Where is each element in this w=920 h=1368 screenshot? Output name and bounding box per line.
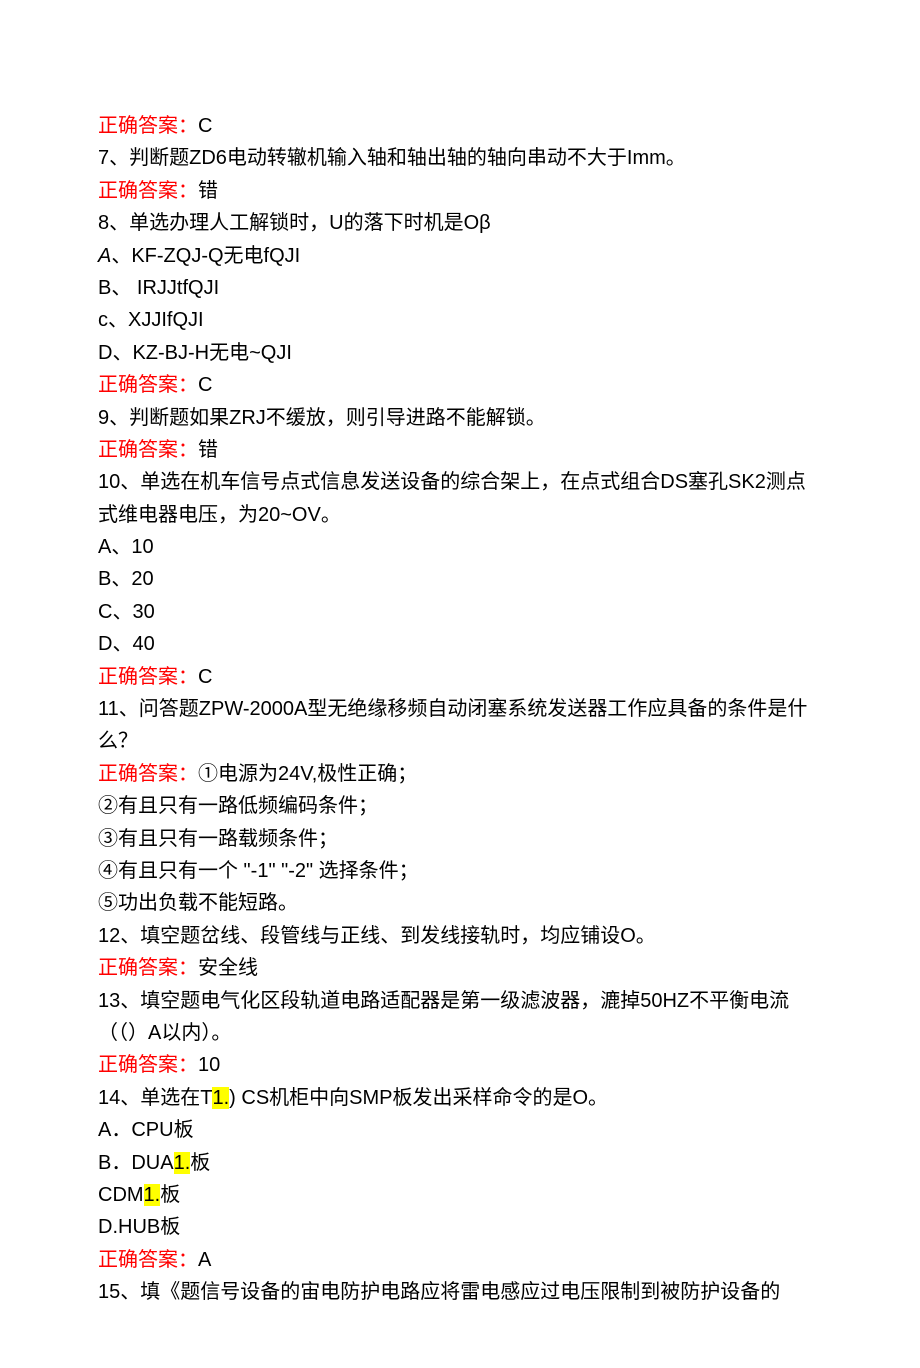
answer-label: 正确答案： [98,374,198,396]
text-segment: c、XJJIfQJI [98,309,204,331]
answer-label: 正确答案： [98,1249,198,1271]
text-segment: 错 [198,180,218,202]
text-segment: D.HUB板 [98,1216,180,1238]
text-segment: C [198,115,212,137]
text-line: 7、判断题ZD6电动转辙机输入轴和轴出轴的轴向串动不大于Imm。 [98,142,822,174]
text-segment: ①电源为24V,极性正确； [198,763,417,785]
text-line: D.HUB板 [98,1211,822,1243]
text-line: c、XJJIfQJI [98,304,822,336]
text-segment: 10 [198,1054,220,1076]
text-line: CDM1.板 [98,1179,822,1211]
text-segment: ③有且只有一路载频条件； [98,828,338,850]
document-body: 正确答案：C7、判断题ZD6电动转辙机输入轴和轴出轴的轴向串动不大于Imm。正确… [98,110,822,1308]
text-segment: C [198,374,212,396]
text-line: 8、单选办理人工解锁时，U的落下时机是Oβ [98,207,822,239]
text-segment: 、KF-ZQJ-Q无电fQJI [111,245,300,267]
text-segment: 11、问答题ZPW-2000A型无绝缘移频自动闭塞系统发送器工作应具备的条件是什… [98,698,807,752]
text-line: 正确答案：①电源为24V,极性正确； [98,758,822,790]
text-segment: B．DUA [98,1152,174,1174]
text-line: A、10 [98,531,822,563]
text-segment: 8、单选办理人工解锁时，U的落下时机是O [98,212,479,234]
text-line: ②有且只有一路低频编码条件； [98,790,822,822]
text-line: B、 IRJJtfQJI [98,272,822,304]
text-line: 正确答案：错 [98,434,822,466]
text-line: 正确答案：A [98,1244,822,1276]
text-segment: D、KZ-BJ-H无电~QJI [98,342,292,364]
text-segment: C、30 [98,601,155,623]
text-line: A、KF-ZQJ-Q无电fQJI [98,240,822,272]
text-line: 10、单选在机车信号点式信息发送设备的综合架上，在点式组合DS塞孔SK2测点式维… [98,466,822,531]
text-line: 14、单选在T1.) CS机柜中向SMP板发出采样命令的是O。 [98,1082,822,1114]
text-line: 正确答案：C [98,110,822,142]
text-line: B．DUA1.板 [98,1147,822,1179]
answer-label: 正确答案： [98,763,198,785]
text-segment: ⑤功出负载不能短路。 [98,892,298,914]
text-segment: A [198,1249,211,1271]
highlighted-text: 1. [144,1184,161,1206]
text-segment: 错 [198,439,218,461]
text-segment: 14、单选在T [98,1087,212,1109]
text-line: 正确答案：安全线 [98,952,822,984]
text-segment: 板 [160,1184,180,1206]
text-line: C、30 [98,596,822,628]
text-segment: β [479,212,491,234]
text-line: 13、填空题电气化区段轨道电路适配器是第一级滤波器，漉掉50HZ不平衡电流（（）… [98,985,822,1050]
text-segment: 7、判断题ZD6电动转辙机输入轴和轴出轴的轴向串动不大于Imm。 [98,147,686,169]
text-line: ④有且只有一个 "-1" "-2" 选择条件； [98,855,822,887]
text-line: B、20 [98,563,822,595]
answer-label: 正确答案： [98,115,198,137]
text-segment: 10、单选在机车信号点式信息发送设备的综合架上，在点式组合DS塞孔SK2测点式维… [98,471,806,525]
text-segment: CDM [98,1184,144,1206]
text-segment: C [198,666,212,688]
text-segment: A．CPU板 [98,1119,194,1141]
answer-label: 正确答案： [98,180,198,202]
answer-label: 正确答案： [98,439,198,461]
text-line: 正确答案：C [98,369,822,401]
answer-label: 正确答案： [98,957,198,979]
text-segment: 板 [190,1152,210,1174]
text-line: D、KZ-BJ-H无电~QJI [98,337,822,369]
text-segment: ) CS机柜中向SMP板发出采样命令的是O。 [229,1087,608,1109]
text-line: ⑤功出负载不能短路。 [98,887,822,919]
text-segment: A、10 [98,536,154,558]
text-line: 正确答案：错 [98,175,822,207]
text-line: 正确答案：C [98,661,822,693]
text-segment: A [98,245,111,267]
text-segment: 13、填空题电气化区段轨道电路适配器是第一级滤波器，漉掉50HZ不平衡电流（（）… [98,990,789,1044]
highlighted-text: 1. [174,1152,191,1174]
text-line: 15、填《题信号设备的宙电防护电路应将雷电感应过电压限制到被防护设备的 [98,1276,822,1308]
text-line: 12、填空题岔线、段管线与正线、到发线接轨时，均应铺设O。 [98,920,822,952]
text-segment: 12、填空题岔线、段管线与正线、到发线接轨时，均应铺设O。 [98,925,656,947]
answer-label: 正确答案： [98,1054,198,1076]
text-segment: B、20 [98,568,154,590]
text-segment: D、40 [98,633,155,655]
answer-label: 正确答案： [98,666,198,688]
text-segment: ④有且只有一个 "-1" "-2" 选择条件； [98,860,419,882]
text-segment: ②有且只有一路低频编码条件； [98,795,378,817]
text-line: A．CPU板 [98,1114,822,1146]
text-line: 9、判断题如果ZRJ不缓放，则引导进路不能解锁。 [98,402,822,434]
highlighted-text: 1. [212,1087,229,1109]
text-line: D、40 [98,628,822,660]
text-segment: 15、填《题信号设备的宙电防护电路应将雷电感应过电压限制到被防护设备的 [98,1281,780,1303]
text-segment: B、 IRJJtfQJI [98,277,219,299]
text-line: ③有且只有一路载频条件； [98,823,822,855]
text-segment: 9、判断题如果ZRJ不缓放，则引导进路不能解锁。 [98,407,546,429]
text-line: 11、问答题ZPW-2000A型无绝缘移频自动闭塞系统发送器工作应具备的条件是什… [98,693,822,758]
text-line: 正确答案：10 [98,1049,822,1081]
text-segment: 安全线 [198,957,258,979]
